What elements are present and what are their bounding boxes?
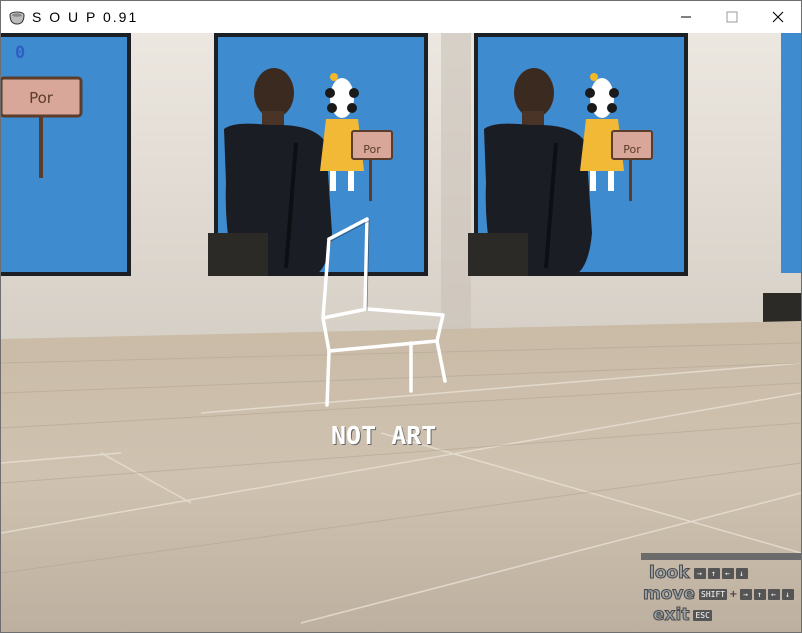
help-look-label: look [649,563,690,584]
score-counter: 0 [15,43,26,63]
painting-left [1,33,131,276]
help-move-row: move SHIFT + → ↑ ← ↓ [642,584,794,605]
left-arrow-key-icon: ← [721,567,734,579]
right-arrow-key-icon: → [739,588,752,600]
right-arrow-key-icon: → [693,567,706,579]
sign-text-left: Por [29,89,54,107]
title-bar[interactable]: S O U P 0.91 [1,1,801,33]
soup-bowl-icon [9,11,25,25]
painting-right [466,33,690,278]
minimize-button[interactable] [663,1,709,33]
down-arrow-key-icon: ↓ [781,588,794,600]
close-button[interactable] [755,1,801,33]
game-viewport[interactable]: Por Por Por 0 NOT ART look → ↑ ← ↓ move SH… [1,33,801,632]
minimize-icon [681,16,691,18]
game-window: S O U P 0.91 Por Por Por 0 NOT ART look … [0,0,802,633]
help-look-row: look → ↑ ← ↓ [649,563,748,584]
close-icon [772,11,784,23]
sign-text-center: Por [363,143,381,156]
shift-key-icon: SHIFT [699,588,728,600]
esc-key-icon: ESC [693,609,712,621]
help-exit-row: exit ESC [652,605,712,626]
help-exit-label: exit [652,605,690,626]
object-label: NOT ART [331,421,437,450]
painting-center [206,33,430,278]
left-arrow-key-icon: ← [767,588,780,600]
help-move-label: move [642,584,696,605]
window-title: S O U P 0.91 [32,9,139,25]
sign-text-right: Por [623,143,641,156]
window-controls [663,1,801,33]
help-divider [641,553,801,560]
down-arrow-key-icon: ↓ [735,567,748,579]
maximize-button[interactable] [709,1,755,33]
up-arrow-key-icon: ↑ [753,588,766,600]
gallery-scene: Por Por Por [1,33,801,632]
maximize-icon [726,11,738,23]
plus-sign: + [729,588,738,600]
up-arrow-key-icon: ↑ [707,567,720,579]
